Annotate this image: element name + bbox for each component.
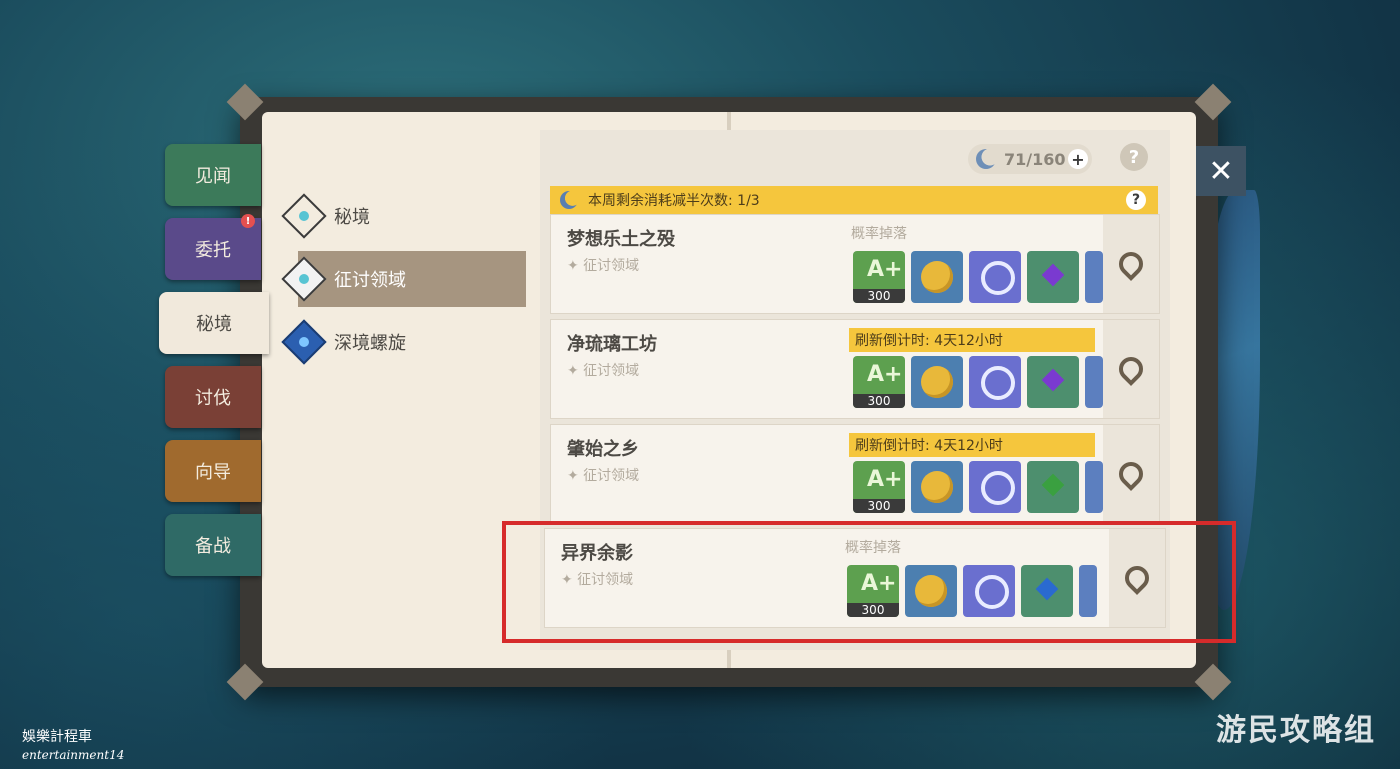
watermark-left: 娛樂計程車 entertainment14 [22, 729, 125, 762]
tab-bosses[interactable]: 讨伐 [165, 366, 261, 428]
domain-gem-icon [281, 193, 327, 239]
domain-card[interactable]: 梦想乐土之殁 ✦ 征讨领域 概率掉落 A+ 300 [550, 214, 1160, 314]
exp-book-icon[interactable]: A+ 300 [853, 251, 905, 303]
exp-book-icon[interactable]: A+ 300 [853, 356, 905, 408]
reward-list: A+ 300 [853, 461, 1103, 513]
material-icon[interactable] [1027, 356, 1079, 408]
more-rewards-icon[interactable] [1085, 356, 1103, 408]
domain-card[interactable]: 净琉璃工坊 ✦ 征讨领域 刷新倒计时: 4天12小时 A+ 300 [550, 319, 1160, 419]
location-button[interactable] [1103, 320, 1159, 418]
highlight-box [502, 521, 1236, 643]
resin-counter: 71/160 + [968, 144, 1092, 174]
mora-icon[interactable] [911, 461, 963, 513]
add-resin-button[interactable]: + [1068, 149, 1088, 169]
drop-label: 概率掉落 [851, 226, 907, 242]
alert-badge: ! [241, 214, 255, 228]
resin-icon [560, 191, 578, 209]
weekly-discount-banner: 本周剩余消耗减半次数: 1/3 ? [550, 186, 1158, 214]
companionship-icon[interactable] [969, 461, 1021, 513]
domain-type: ✦ 征讨领域 [567, 468, 640, 484]
banner-help-icon[interactable]: ? [1126, 190, 1146, 210]
category-domains[interactable]: 秘境 [280, 188, 526, 244]
material-icon[interactable] [1027, 461, 1079, 513]
mora-icon[interactable] [911, 251, 963, 303]
location-button[interactable] [1103, 215, 1159, 313]
companionship-icon[interactable] [969, 251, 1021, 303]
domain-card[interactable]: 肇始之乡 ✦ 征讨领域 刷新倒计时: 4天12小时 A+ 300 [550, 424, 1160, 524]
exp-book-icon[interactable]: A+ 300 [853, 461, 905, 513]
tab-commissions[interactable]: 委托! [165, 214, 261, 280]
spiral-abyss-icon [281, 319, 327, 365]
original-resin-icon [976, 149, 996, 169]
reward-list: A+ 300 [853, 251, 1103, 303]
domain-name: 梦想乐土之殁 [567, 229, 675, 250]
map-pin-icon [1114, 247, 1148, 281]
domain-type: ✦ 征讨领域 [567, 258, 640, 274]
domain-name: 净琉璃工坊 [567, 334, 657, 355]
domain-type: ✦ 征讨领域 [567, 363, 640, 379]
map-pin-icon [1114, 352, 1148, 386]
material-icon[interactable] [1027, 251, 1079, 303]
more-rewards-icon[interactable] [1085, 251, 1103, 303]
tab-preparation[interactable]: 备战 [165, 514, 261, 576]
mora-icon[interactable] [911, 356, 963, 408]
help-button[interactable]: ? [1120, 143, 1148, 171]
domain-name: 肇始之乡 [567, 439, 639, 460]
tab-domains[interactable]: 秘境 [159, 292, 269, 354]
location-button[interactable] [1103, 425, 1159, 523]
map-pin-icon [1114, 457, 1148, 491]
tab-guide[interactable]: 向导 [165, 440, 261, 502]
watermark-right: 游民攻略组 [1216, 713, 1376, 748]
companionship-icon[interactable] [969, 356, 1021, 408]
refresh-countdown: 刷新倒计时: 4天12小时 [849, 433, 1095, 457]
category-trounce-domains[interactable]: 征讨领域 [281, 251, 526, 307]
close-button[interactable]: ✕ [1196, 146, 1246, 196]
reward-list: A+ 300 [853, 356, 1103, 408]
category-spiral-abyss[interactable]: 深境螺旋 [280, 314, 526, 370]
tab-encounters[interactable]: 见闻 [165, 144, 261, 206]
more-rewards-icon[interactable] [1085, 461, 1103, 513]
refresh-countdown: 刷新倒计时: 4天12小时 [849, 328, 1095, 352]
